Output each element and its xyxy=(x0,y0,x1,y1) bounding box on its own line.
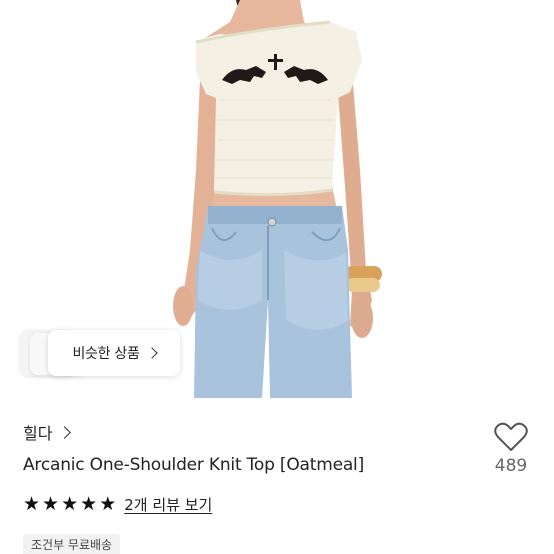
view-reviews-link[interactable]: 2개 리뷰 보기 xyxy=(124,494,212,515)
wishlist-count: 489 xyxy=(494,456,528,476)
wishlist-button[interactable]: 489 xyxy=(488,422,534,476)
shop-link[interactable]: 힐다 xyxy=(23,420,72,444)
star-rating: ★ ★ ★ ★ ★ xyxy=(23,495,116,514)
shipping-badge: 조건부 무료배송 xyxy=(23,534,121,554)
chevron-right-icon xyxy=(58,425,72,439)
star-filled-icon: ★ xyxy=(23,493,41,515)
chevron-right-icon xyxy=(145,347,158,359)
rating-row: ★ ★ ★ ★ ★ 2개 리뷰 보기 xyxy=(23,494,212,515)
product-title: Arcanic One-Shoulder Knit Top [Oatmeal] xyxy=(23,455,365,475)
similar-products-button[interactable]: 비슷한 상품 xyxy=(48,330,180,376)
star-filled-icon: ★ xyxy=(42,493,60,515)
star-filled-icon: ★ xyxy=(61,493,79,515)
similar-products-label: 비슷한 상품 xyxy=(72,346,140,362)
product-detail-page: 비슷한 상품 힐다 Arcanic One-Shoulder Knit Top … xyxy=(0,0,554,554)
star-filled-icon: ★ xyxy=(80,493,98,515)
star-filled-icon: ★ xyxy=(99,493,117,515)
shop-name: 힐다 xyxy=(23,424,53,443)
heart-outline-icon xyxy=(494,422,528,451)
